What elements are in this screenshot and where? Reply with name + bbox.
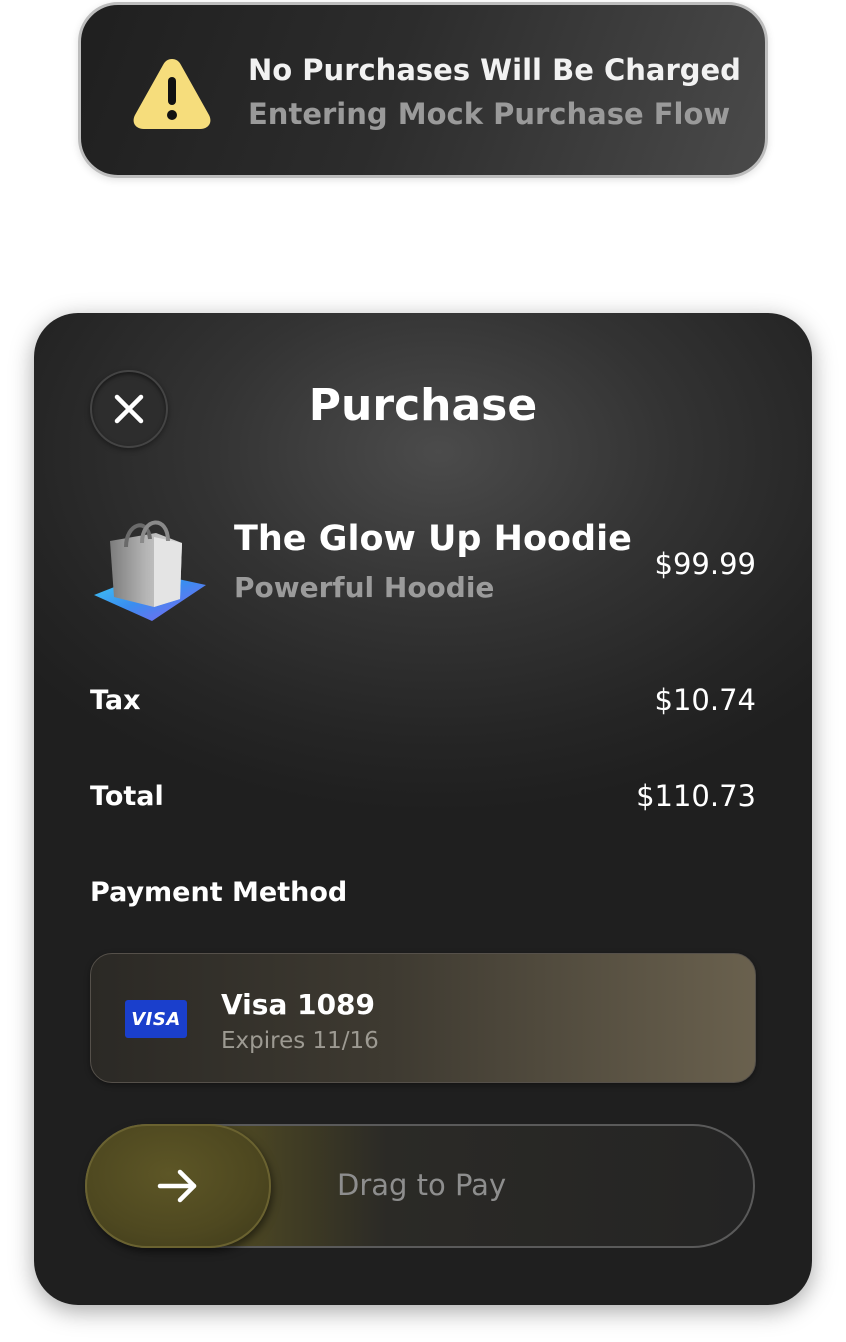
total-label: Total xyxy=(90,781,164,812)
product-subtitle: Powerful Hoodie xyxy=(234,571,495,604)
total-value: $110.73 xyxy=(636,779,756,813)
payment-method-label: Payment Method xyxy=(90,877,348,908)
banner-subtitle: Entering Mock Purchase Flow xyxy=(248,97,731,131)
drag-to-pay-slider[interactable]: Drag to Pay xyxy=(85,1124,755,1248)
mock-purchase-banner: No Purchases Will Be Charged Entering Mo… xyxy=(78,2,768,178)
warning-icon xyxy=(133,59,211,129)
slider-handle[interactable] xyxy=(85,1124,271,1248)
visa-logo: VISA xyxy=(125,1000,187,1038)
product-name: The Glow Up Hoodie xyxy=(234,519,632,559)
payment-card[interactable]: VISA Visa 1089 Expires 11/16 xyxy=(90,953,756,1083)
purchase-sheet: Purchase The Glow Up Hoodie Powerful Hoo… xyxy=(34,313,812,1305)
banner-title: No Purchases Will Be Charged xyxy=(248,53,741,87)
card-name: Visa 1089 xyxy=(221,988,376,1021)
shopping-bag-icon xyxy=(94,520,206,621)
arrow-right-icon xyxy=(157,1169,197,1203)
product-price: $99.99 xyxy=(654,547,756,581)
card-expiry: Expires 11/16 xyxy=(221,1028,379,1054)
tax-value: $10.74 xyxy=(654,683,756,717)
slider-label: Drag to Pay xyxy=(337,1168,507,1202)
page-title: Purchase xyxy=(308,380,538,431)
tax-label: Tax xyxy=(90,685,141,716)
